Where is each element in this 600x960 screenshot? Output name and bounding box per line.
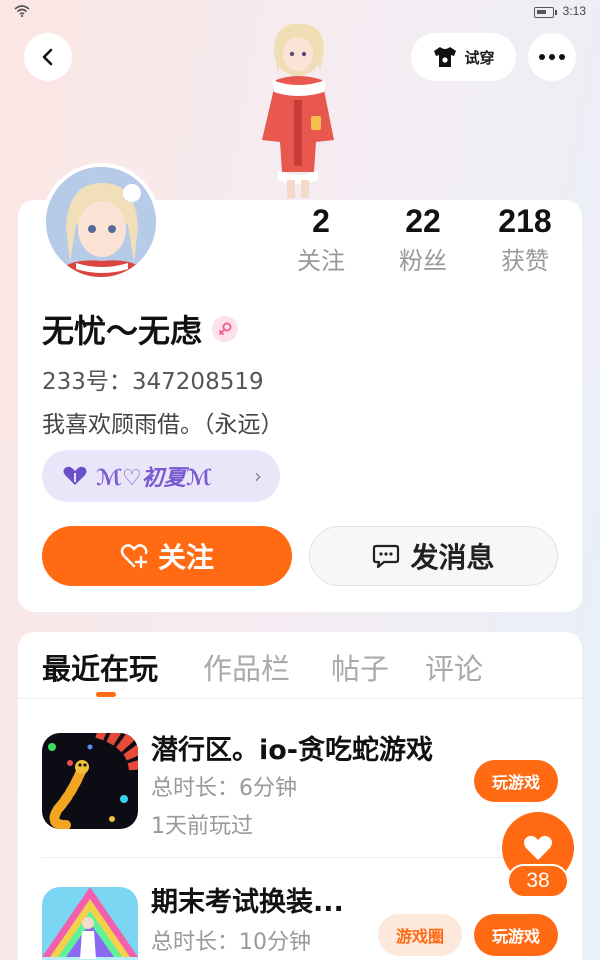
club-name: ℳ♡初夏ℳ: [96, 466, 212, 491]
heart-hands-icon: [63, 466, 87, 485]
tab-works[interactable]: 作品栏: [203, 646, 290, 688]
following-label: 关注: [297, 247, 345, 275]
chevron-left-icon: [42, 48, 53, 66]
play-game-button[interactable]: 玩游戏: [474, 760, 558, 802]
avatar-image: [46, 167, 156, 277]
stat-following[interactable]: 2 关注: [276, 200, 366, 280]
tab-recently-played[interactable]: 最近在玩: [42, 646, 158, 688]
character-avatar-image: [262, 23, 334, 198]
play-game-button[interactable]: 玩游戏: [474, 914, 558, 956]
tab-comments[interactable]: 评论: [425, 646, 483, 688]
game-title[interactable]: 潜行区。io-贪吃蛇游戏: [151, 728, 433, 767]
game-icon-dressup[interactable]: [42, 887, 138, 960]
game-duration: 总时长：10分钟: [151, 930, 311, 955]
active-tab-indicator: [96, 692, 116, 697]
fans-label: 粉丝: [399, 247, 447, 275]
likes-count: 218: [498, 203, 552, 239]
more-button[interactable]: [528, 33, 576, 81]
username: 无忧～无虑: [42, 312, 203, 350]
fans-count: 22: [405, 203, 441, 239]
heart-plus-icon: [120, 544, 148, 569]
chevron-right-icon: ›: [254, 464, 262, 488]
game-title[interactable]: 期末考试换装...: [151, 880, 344, 919]
try-on-button[interactable]: 试穿: [411, 33, 516, 81]
user-bio: 我喜欢顾雨借。（永远）: [42, 412, 284, 438]
tabs-divider: [18, 698, 582, 699]
game-circle-button[interactable]: 游戏圈: [378, 914, 462, 956]
message-button[interactable]: 发消息: [309, 526, 558, 586]
female-icon: [212, 316, 239, 342]
game-icon-snake[interactable]: [42, 733, 138, 829]
avatar[interactable]: [42, 163, 160, 281]
following-count: 2: [312, 203, 330, 239]
game-last-played: 1天前玩过: [151, 814, 253, 839]
follow-label: 关注: [157, 541, 214, 574]
status-time: 3:13: [562, 4, 586, 18]
try-on-label: 试穿: [464, 48, 495, 67]
likes-label: 获赞: [501, 247, 549, 275]
heart-icon: [524, 835, 552, 860]
battery-icon: [534, 7, 557, 18]
username-row: 无忧～无虑: [42, 306, 239, 352]
stat-likes[interactable]: 218 获赞: [480, 200, 570, 280]
shirt-icon: [434, 47, 457, 67]
club-badge[interactable]: ℳ♡初夏ℳ ›: [42, 450, 280, 502]
like-count: 38: [507, 864, 569, 898]
follow-button[interactable]: 关注: [42, 526, 292, 586]
chat-bubble-icon: [373, 544, 400, 569]
tab-posts[interactable]: 帖子: [331, 646, 389, 688]
back-button[interactable]: [24, 33, 72, 81]
message-label: 发消息: [410, 541, 495, 574]
more-dots-icon: [539, 54, 565, 60]
game-duration: 总时长：6分钟: [151, 776, 297, 801]
stat-fans[interactable]: 22 粉丝: [378, 200, 468, 280]
user-id: 233号：347208519: [42, 369, 264, 395]
row-divider: [42, 857, 558, 858]
wifi-icon: [14, 5, 30, 17]
